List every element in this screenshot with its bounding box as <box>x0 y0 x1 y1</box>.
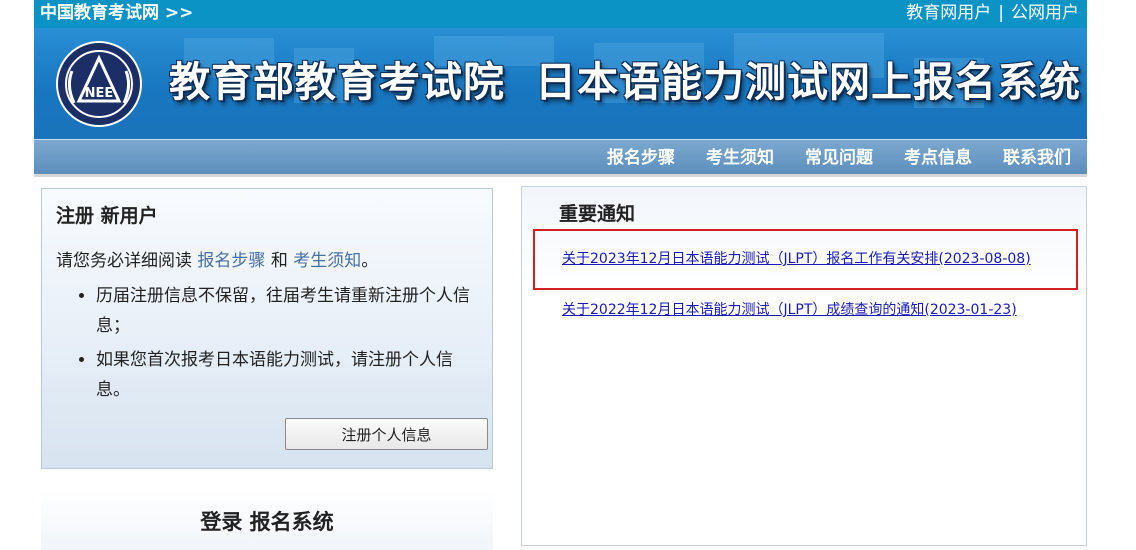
register-intro: 请您务必详细阅读 报名步骤 和 考生须知。 <box>56 246 378 271</box>
banner-title-system: 日本语能力测试网上报名系统 <box>535 58 1081 106</box>
notice-link-2023-12[interactable]: 关于2023年12月日本语能力测试（JLPT）报名工作有关安排(2023-08-… <box>562 249 1062 269</box>
notice-link-2022-12-results[interactable]: 关于2022年12月日本语能力测试（JLPT）成绩查询的通知(2023-01-2… <box>562 300 1017 320</box>
register-personal-info-button[interactable]: 注册个人信息 <box>285 418 488 450</box>
banner-title-org: 教育部教育考试院 <box>169 58 505 106</box>
intro-period: 。 <box>361 251 379 271</box>
page: 中国教育考试网 >> 教育网用户 | 公网用户 NEE 教育部教育考试院 日本语能力测… <box>34 0 1087 550</box>
main-nav: 报名步骤 考生须知 常见问题 考点信息 联系我们 <box>34 139 1087 177</box>
nav-registration-steps[interactable]: 报名步骤 <box>607 140 675 176</box>
login-title: 登录 报名系统 <box>200 510 334 534</box>
register-notes-list: 历届注册信息不保留，往届考生请重新注册个人信息； 如果您首次报考日本语能力测试，… <box>56 281 481 409</box>
list-item: 历届注册信息不保留，往届考生请重新注册个人信息； <box>96 281 481 341</box>
list-item: 如果您首次报考日本语能力测试，请注册个人信息。 <box>96 345 481 405</box>
top-bar: 中国教育考试网 >> 教育网用户 | 公网用户 <box>34 0 1087 28</box>
notice-title: 重要通知 <box>559 203 636 225</box>
separator: | <box>998 3 1004 23</box>
registration-steps-link[interactable]: 报名步骤 <box>197 251 265 271</box>
register-title: 注册 新用户 <box>56 205 158 227</box>
candidate-notes-link[interactable]: 考生须知 <box>293 251 361 271</box>
notice-panel: 重要通知 关于2023年12月日本语能力测试（JLPT）报名工作有关安排(202… <box>521 186 1087 546</box>
svg-text:NEE: NEE <box>85 86 114 101</box>
exam-site-link[interactable]: 中国教育考试网 >> <box>40 0 193 26</box>
user-type-links: 教育网用户 | 公网用户 <box>906 0 1079 26</box>
login-panel: 登录 报名系统 <box>41 490 493 550</box>
nav-contact-us[interactable]: 联系我们 <box>1003 140 1071 176</box>
header-banner: NEE 教育部教育考试院 日本语能力测试网上报名系统 <box>34 28 1087 139</box>
neea-logo: NEE <box>56 41 142 127</box>
banner-title: 教育部教育考试院 日本语能力测试网上报名系统 <box>169 52 1081 112</box>
edu-network-user-link[interactable]: 教育网用户 <box>906 3 991 23</box>
intro-text: 请您务必详细阅读 <box>56 251 192 271</box>
nav-candidate-notes[interactable]: 考生须知 <box>706 140 774 176</box>
public-network-user-link[interactable]: 公网用户 <box>1011 3 1079 23</box>
intro-and-text: 和 <box>270 251 288 271</box>
register-panel: 注册 新用户 请您务必详细阅读 报名步骤 和 考生须知。 历届注册信息不保留，往… <box>41 188 493 469</box>
nav-faq[interactable]: 常见问题 <box>805 140 873 176</box>
nav-test-center-info[interactable]: 考点信息 <box>904 140 972 176</box>
